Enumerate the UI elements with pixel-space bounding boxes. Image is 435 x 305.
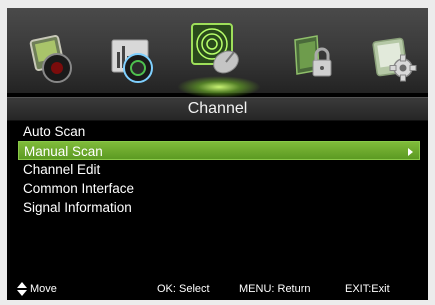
channel-menu: Auto Scan Manual Scan Channel Edit Commo… [7, 122, 428, 217]
up-down-arrow-icon [17, 282, 27, 296]
picture-icon[interactable] [21, 30, 81, 90]
menu-item-label: Channel Edit [23, 162, 101, 177]
menu-item-signal-information[interactable]: Signal Information [7, 198, 428, 217]
hint-ok-select: OK: Select [157, 283, 210, 295]
key-hint-bar: Move OK: Select MENU: Return EXIT:Exit [7, 278, 428, 300]
menu-item-label: Auto Scan [23, 124, 86, 139]
chevron-right-icon [408, 148, 413, 156]
category-icon-bar [7, 8, 428, 98]
menu-item-label: Signal Information [23, 200, 132, 215]
gear-icon[interactable] [365, 30, 425, 90]
hint-exit: EXIT:Exit [345, 283, 390, 295]
satellite-dish-icon[interactable] [188, 20, 248, 80]
menu-item-auto-scan[interactable]: Auto Scan [7, 122, 428, 141]
menu-item-label: Manual Scan [24, 144, 103, 159]
tv-osd-menu: Channel Auto Scan Manual Scan Channel Ed… [7, 8, 428, 300]
lock-icon[interactable] [283, 30, 343, 90]
menu-item-label: Common Interface [23, 181, 135, 196]
menu-item-channel-edit[interactable]: Channel Edit [7, 160, 428, 179]
page-title: Channel [7, 97, 428, 121]
hint-move: Move [30, 283, 57, 295]
hint-menu-return: MENU: Return [239, 283, 311, 295]
sound-icon[interactable] [102, 30, 162, 90]
menu-item-common-interface[interactable]: Common Interface [7, 179, 428, 198]
menu-item-manual-scan[interactable]: Manual Scan [18, 141, 420, 160]
